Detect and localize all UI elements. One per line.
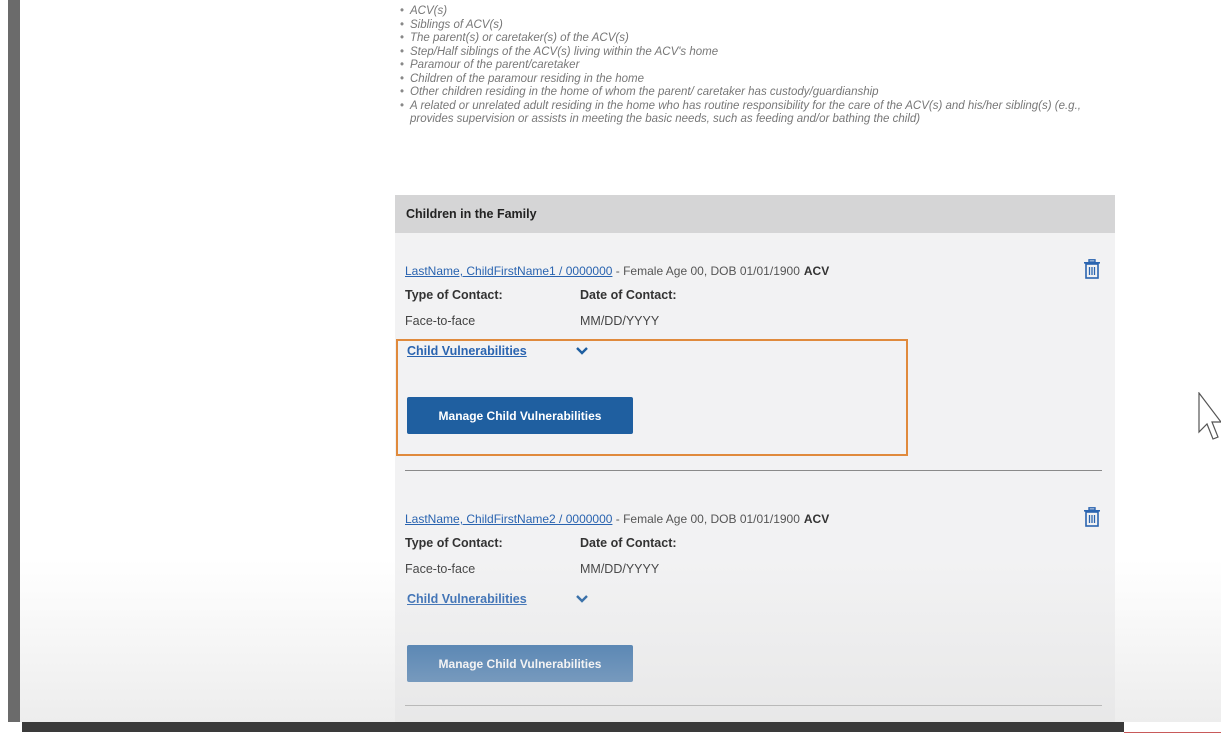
date-of-contact-value: MM/DD/YYYY bbox=[580, 314, 660, 328]
child-summary: LastName, ChildFirstName2 / 0000000 - Fe… bbox=[405, 512, 829, 526]
criteria-item: A related or unrelated adult residing in… bbox=[400, 100, 1110, 127]
child-details: - Female Age 00, DOB 01/01/1900 bbox=[612, 264, 800, 278]
type-of-contact-value: Face-to-face bbox=[405, 562, 476, 576]
acv-tag: ACV bbox=[803, 512, 830, 526]
criteria-item: Other children residing in the home of w… bbox=[400, 86, 1110, 100]
date-of-contact-label: Date of Contact: bbox=[580, 536, 677, 550]
child-vulnerabilities-link[interactable]: Child Vulnerabilities bbox=[407, 344, 527, 358]
child-vulnerabilities-toggle[interactable]: Child Vulnerabilities bbox=[407, 592, 589, 606]
child-entry: LastName, ChildFirstName1 / 0000000 - Fe… bbox=[395, 259, 1115, 484]
household-criteria-list: ACV(s) Siblings of ACV(s) The parent(s) … bbox=[400, 5, 1110, 127]
type-of-contact-label: Type of Contact: bbox=[405, 288, 503, 302]
trash-icon[interactable] bbox=[1083, 259, 1101, 279]
child-summary: LastName, ChildFirstName1 / 0000000 - Fe… bbox=[405, 264, 829, 278]
mouse-cursor-icon bbox=[1198, 392, 1221, 440]
child-entry: LastName, ChildFirstName2 / 0000000 - Fe… bbox=[395, 507, 1115, 732]
criteria-item: The parent(s) or caretaker(s) of the ACV… bbox=[400, 32, 1110, 46]
children-in-family-panel: Children in the Family LastName, ChildFi… bbox=[395, 195, 1115, 722]
chevron-down-icon[interactable] bbox=[575, 346, 589, 356]
type-of-contact-value: Face-to-face bbox=[405, 314, 476, 328]
manage-child-vulnerabilities-button[interactable]: Manage Child Vulnerabilities bbox=[407, 397, 633, 434]
panel-header: Children in the Family bbox=[395, 195, 1115, 233]
criteria-item: Children of the paramour residing in the… bbox=[400, 73, 1110, 87]
date-of-contact-value: MM/DD/YYYY bbox=[580, 562, 660, 576]
bottom-scrollbar bbox=[22, 722, 1124, 732]
child-vulnerabilities-link[interactable]: Child Vulnerabilities bbox=[407, 592, 527, 606]
criteria-item: ACV(s) bbox=[400, 5, 1110, 19]
criteria-item: Siblings of ACV(s) bbox=[400, 19, 1110, 33]
chevron-down-icon[interactable] bbox=[575, 594, 589, 604]
child-name-link[interactable]: LastName, ChildFirstName1 / 0000000 bbox=[405, 264, 612, 278]
type-of-contact-label: Type of Contact: bbox=[405, 536, 503, 550]
child-details: - Female Age 00, DOB 01/01/1900 bbox=[612, 512, 800, 526]
child-vulnerabilities-toggle[interactable]: Child Vulnerabilities bbox=[407, 344, 589, 358]
left-border-bar bbox=[8, 0, 20, 722]
bottom-accent-line bbox=[1124, 732, 1221, 733]
criteria-item: Step/Half siblings of the ACV(s) living … bbox=[400, 46, 1110, 60]
trash-icon[interactable] bbox=[1083, 507, 1101, 527]
child-name-link[interactable]: LastName, ChildFirstName2 / 0000000 bbox=[405, 512, 612, 526]
criteria-item: Paramour of the parent/caretaker bbox=[400, 59, 1110, 73]
date-of-contact-label: Date of Contact: bbox=[580, 288, 677, 302]
acv-tag: ACV bbox=[803, 264, 830, 278]
divider bbox=[405, 705, 1102, 706]
divider bbox=[405, 470, 1102, 471]
manage-child-vulnerabilities-button[interactable]: Manage Child Vulnerabilities bbox=[407, 645, 633, 682]
